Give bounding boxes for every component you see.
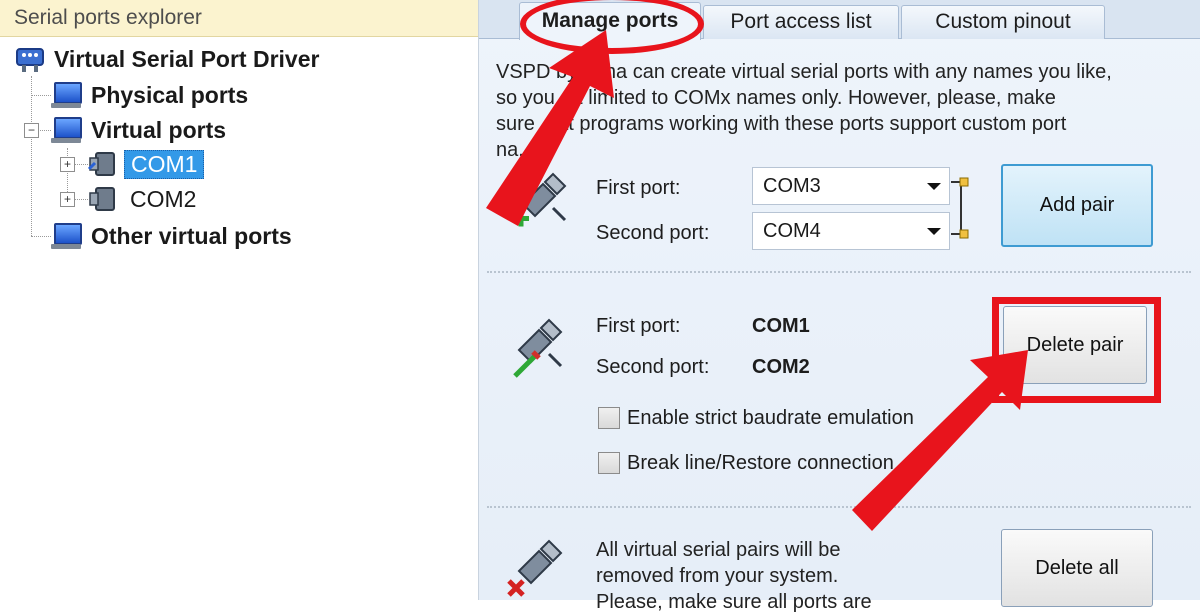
- arrow-icon: [852, 350, 1028, 531]
- arrow-icon: [486, 30, 614, 226]
- annotation-arrows: [486, 30, 1028, 531]
